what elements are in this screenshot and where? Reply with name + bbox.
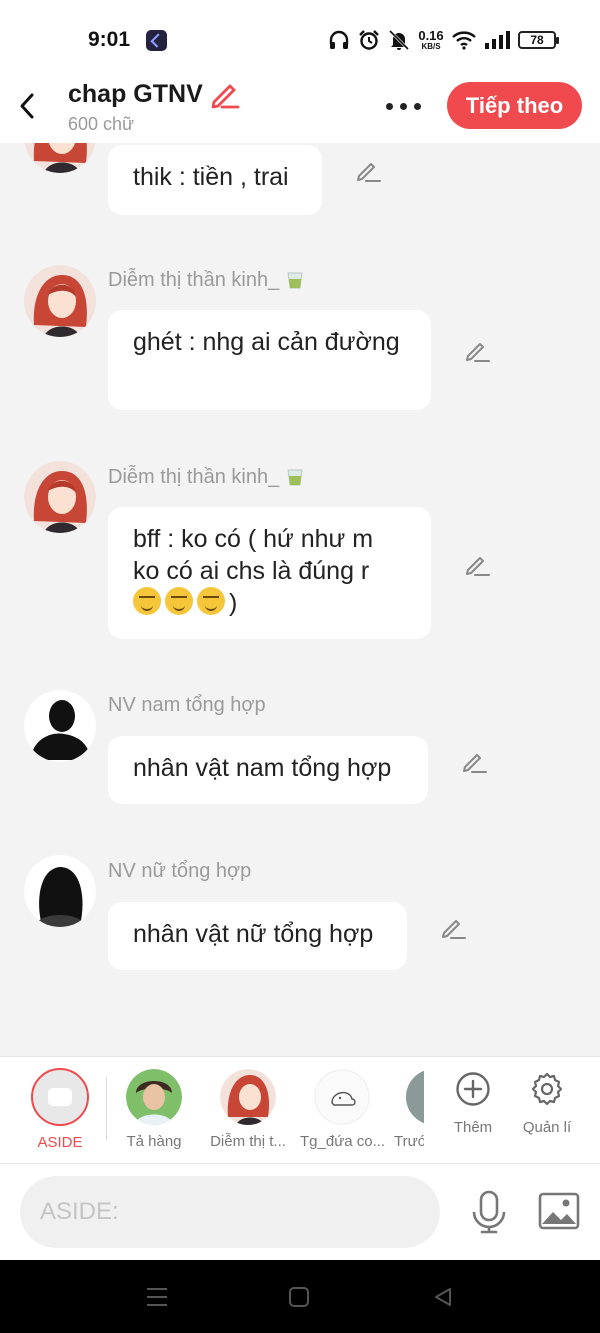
edit-message-icon[interactable] [440, 915, 466, 941]
character-label: Tả hàng [126, 1133, 182, 1150]
app-header: chap GTNV 600 chữ Tiếp theo [0, 78, 600, 143]
edit-title-icon[interactable] [208, 78, 240, 110]
menu-icon[interactable] [145, 1286, 169, 1308]
speaker-name: Diễm thị thần kinh_ [108, 268, 305, 292]
character-item[interactable]: Diễm thị t... [206, 1069, 290, 1150]
add-character-button[interactable]: Thêm [440, 1071, 506, 1136]
character-label: Diễm thị t... [210, 1133, 286, 1150]
status-bar: 9:01 0.16 KB/S 78 [0, 0, 600, 78]
avatar[interactable] [24, 461, 96, 533]
character-label: ASIDE [37, 1134, 83, 1151]
signal-icon [485, 31, 510, 49]
avatar[interactable] [24, 265, 96, 337]
manage-characters-button[interactable]: Quản lí [514, 1071, 580, 1136]
avatar[interactable] [24, 690, 96, 762]
message-bubble[interactable]: thik : tiền , trai [108, 145, 322, 215]
message-tail: ) [229, 589, 238, 617]
page-title: chap GTNV [68, 80, 203, 108]
message-text: thik : tiền , trai [133, 163, 289, 191]
character-selector: ASIDE Tả hàng Diễm thị t... Tg_đứa co...… [0, 1056, 600, 1164]
speaker-name: NV nam tổng hợp [108, 694, 266, 717]
message-input[interactable] [20, 1176, 440, 1248]
message-text: bff : ko có ( hứ như m ko có ai chs là đ… [133, 525, 374, 585]
gear-icon [531, 1072, 563, 1106]
microphone-icon[interactable] [470, 1190, 508, 1234]
edit-message-icon[interactable] [355, 158, 381, 184]
character-item[interactable]: Tg_đứa co... [300, 1069, 386, 1150]
word-count: 600 chữ [68, 114, 135, 134]
edit-message-icon[interactable] [461, 749, 487, 775]
manage-label: Quản lí [522, 1119, 572, 1136]
edit-message-icon[interactable] [464, 552, 490, 578]
avatar [314, 1069, 370, 1125]
character-aside[interactable]: ASIDE [28, 1068, 92, 1151]
mute-icon [388, 29, 410, 51]
speaker-name-text: NV nữ tổng hợp [108, 860, 252, 882]
message-bubble[interactable]: ghét : nhg ai cản đường [108, 310, 431, 410]
wifi-icon [452, 31, 476, 50]
smirk-emoji-icon [133, 587, 161, 615]
net-speed-unit: KB/S [421, 42, 441, 51]
message-text: ghét : nhg ai cản đường [133, 328, 400, 356]
headphones-icon [329, 30, 349, 49]
back-icon[interactable] [16, 92, 40, 120]
image-icon[interactable] [538, 1192, 580, 1230]
message-bubble[interactable]: nhân vật nữ tổng hợp [108, 902, 407, 970]
status-time: 9:01 [88, 28, 131, 51]
battery-icon: 78 [518, 31, 559, 49]
add-icon [456, 1072, 490, 1106]
character-label: Tg_đứa co... [300, 1133, 386, 1150]
message-bubble[interactable]: bff : ko có ( hứ như m ko có ai chs là đ… [108, 507, 431, 639]
back-nav-icon[interactable] [432, 1286, 454, 1308]
app-icon [146, 30, 167, 51]
avatar[interactable] [24, 855, 96, 927]
avatar[interactable] [24, 143, 96, 173]
speaker-name: NV nữ tổng hợp [108, 860, 251, 883]
speaker-name-text: Diễm thị thần kinh_ [108, 466, 280, 488]
smirk-emoji-icon [197, 587, 225, 615]
next-button[interactable]: Tiếp theo [447, 82, 582, 129]
aside-icon [31, 1068, 89, 1126]
chat-area: thik : tiền , trai Diễm thị thần kinh_ g… [0, 143, 600, 1056]
composer [0, 1164, 600, 1260]
more-options-icon[interactable] [386, 94, 426, 118]
net-speed: 0.16 KB/S [418, 29, 444, 51]
character-label: Trướ [394, 1133, 424, 1150]
speaker-name-text: Diễm thị thần kinh_ [108, 269, 280, 291]
message-bubble[interactable]: nhân vật nam tổng hợp [108, 736, 428, 804]
avatar [126, 1069, 182, 1125]
message-text: nhân vật nữ tổng hợp [133, 920, 374, 948]
tea-icon [287, 469, 303, 486]
tea-icon [287, 272, 303, 289]
add-label: Thêm [453, 1119, 493, 1136]
divider [106, 1077, 107, 1141]
system-nav-bar [0, 1260, 600, 1333]
alarm-icon [359, 30, 379, 50]
smirk-emoji-icon [165, 587, 193, 615]
speaker-name: Diễm thị thần kinh_ [108, 465, 305, 489]
character-item[interactable]: Trướ [394, 1069, 424, 1150]
avatar [220, 1069, 276, 1125]
net-speed-value: 0.16 [418, 28, 444, 43]
speaker-name-text: NV nam tổng hợp [108, 694, 266, 716]
avatar [406, 1069, 424, 1125]
character-item[interactable]: Tả hàng [116, 1069, 192, 1150]
edit-message-icon[interactable] [464, 338, 490, 364]
home-icon[interactable] [288, 1286, 310, 1308]
message-text: nhân vật nam tổng hợp [133, 754, 392, 782]
status-icons: 0.16 KB/S 78 [328, 26, 559, 54]
